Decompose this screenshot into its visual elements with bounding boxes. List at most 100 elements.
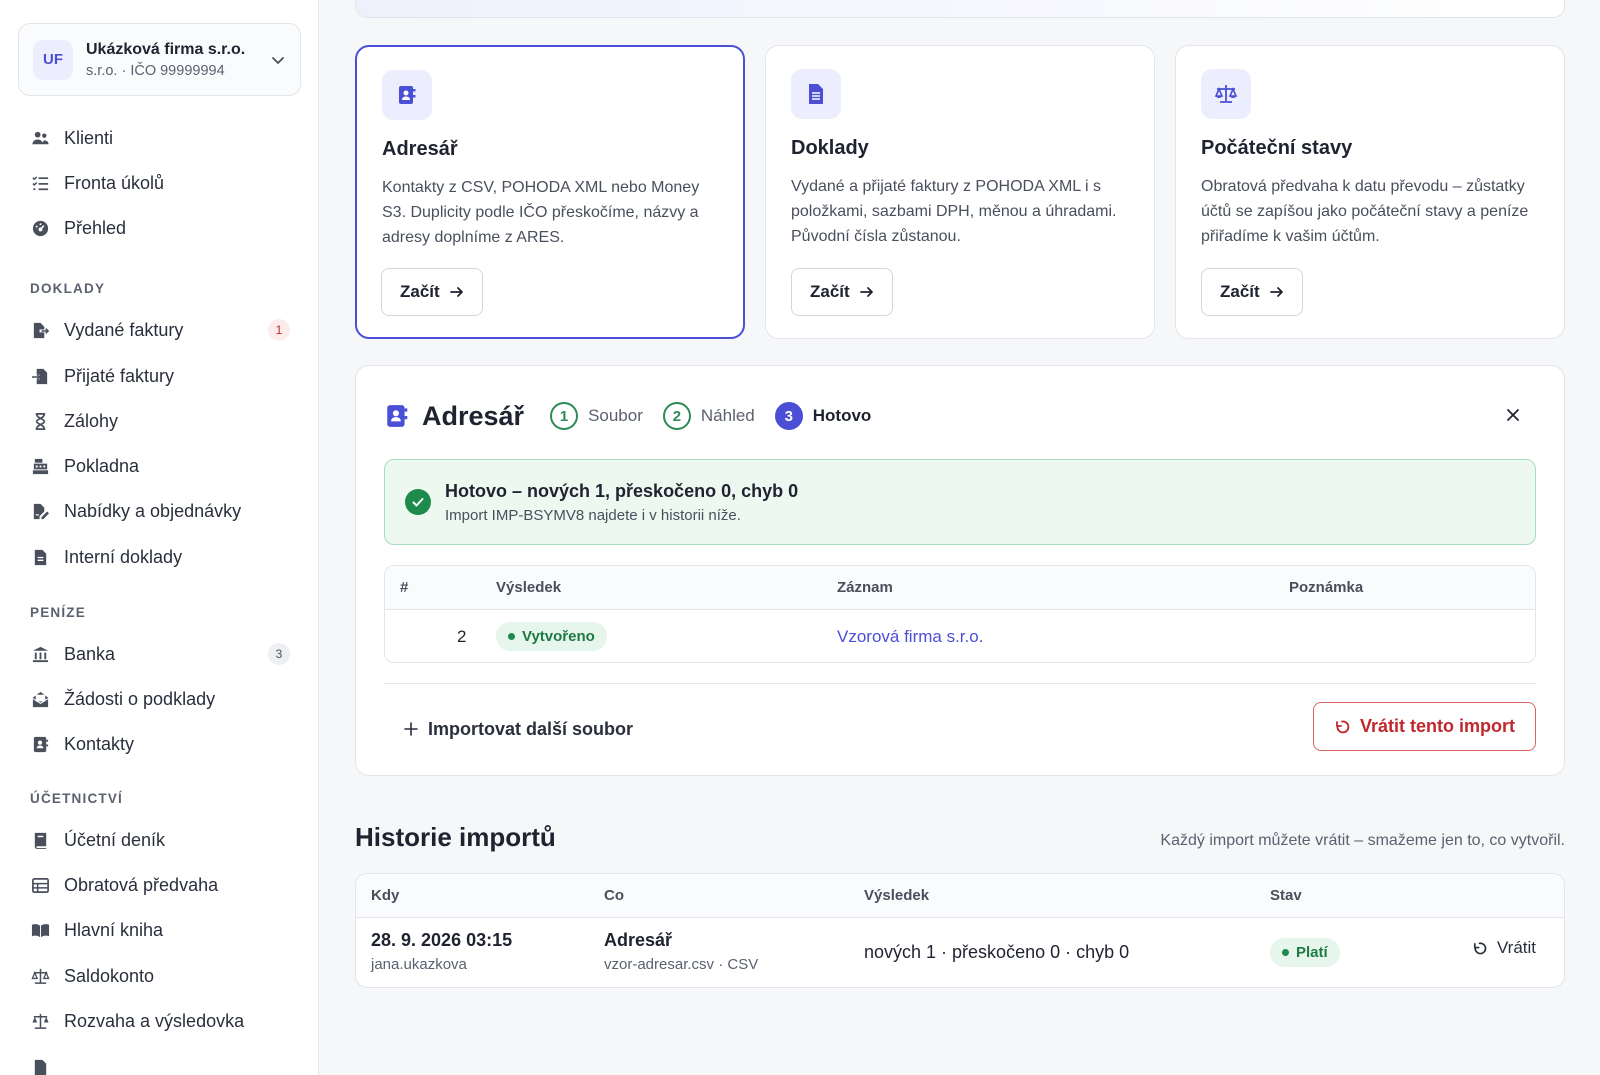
step-nahled[interactable]: 2 Náhled	[662, 402, 755, 430]
file-icon	[30, 547, 50, 567]
address-book-icon	[30, 734, 50, 754]
undo-icon	[1473, 941, 1487, 954]
section-label-ucetnictvi: ÚČETNICTVÍ	[30, 791, 123, 806]
sidebar-item-prijate-faktury[interactable]: Přijaté faktury	[30, 359, 290, 393]
col-status: Stav	[1270, 887, 1302, 904]
sidebar-item-ucetni-denik[interactable]: Účetní deník	[30, 823, 290, 857]
users-icon	[30, 128, 50, 148]
org-avatar: UF	[33, 39, 73, 80]
section-label-doklady: DOKLADY	[30, 281, 106, 296]
col-what: Co	[604, 887, 624, 904]
org-switcher[interactable]: UF Ukázková firma s.r.o. s.r.o. · IČO 99…	[18, 23, 301, 96]
check-circle-icon	[405, 489, 431, 515]
sidebar: UF Ukázková firma s.r.o. s.r.o. · IČO 99…	[0, 0, 319, 1075]
success-alert: Hotovo – nových 1, přeskočeno 0, chyb 0 …	[384, 459, 1536, 545]
card-title: Počáteční stavy	[1201, 137, 1353, 159]
envelope-open-icon	[30, 689, 50, 709]
org-sub: s.r.o. · IČO 99999994	[86, 62, 225, 79]
history-table: Kdy Co Výsledek Stav 28. 9. 2026 03:15 j…	[355, 873, 1565, 988]
badge-vydane-faktury: 1	[268, 319, 290, 341]
row-num: 2	[457, 626, 467, 646]
sidebar-item-kontakty[interactable]: Kontakty	[30, 727, 290, 761]
file-icon	[30, 1057, 50, 1075]
status-badge: Vytvořeno	[496, 622, 607, 651]
tasks-icon	[30, 173, 50, 193]
history-title: Historie importů	[355, 822, 556, 852]
import-more-button[interactable]: Importovat další soubor	[404, 712, 633, 746]
file-export-icon	[30, 320, 50, 340]
import-panel: Adresář 1 Soubor 2 Náhled 3 Hotovo Hotov…	[355, 365, 1565, 776]
top-strip	[355, 0, 1565, 18]
table-icon	[30, 875, 50, 895]
result-table: # Výsledek Záznam Poznámka 2 Vytvořeno V…	[384, 565, 1536, 663]
divider	[384, 683, 1536, 684]
sidebar-item-fronta[interactable]: Fronta úkolů	[30, 166, 290, 200]
start-button-pocatecni-stavy[interactable]: Začít	[1201, 268, 1303, 316]
revert-import-button[interactable]: Vrátit tento import	[1312, 702, 1536, 751]
file-signature-icon	[30, 501, 50, 521]
bank-icon	[30, 644, 50, 664]
history-user: jana.ukazkova	[371, 956, 467, 973]
section-label-penize: PENÍZE	[30, 605, 86, 620]
book-icon	[30, 830, 50, 850]
sidebar-item-interni-doklady[interactable]: Interní doklady	[30, 540, 290, 574]
sidebar-item-banka[interactable]: Banka 3	[30, 637, 290, 671]
card-title: Doklady	[791, 137, 869, 159]
undo-icon	[1336, 720, 1350, 733]
table-row: 2 Vytvořeno Vzorová firma s.r.o.	[385, 610, 1535, 662]
arrow-right-icon	[1269, 287, 1283, 297]
history-note: Každý import můžete vrátit – smažeme jen…	[1160, 832, 1565, 849]
scale-icon	[30, 966, 50, 986]
revert-button[interactable]: Vrátit	[1472, 938, 1536, 958]
table-row: 28. 9. 2026 03:15 jana.ukazkova Adresář …	[356, 918, 1564, 987]
card-desc: Vydané a přijaté faktury z POHODA XML i …	[791, 178, 1117, 245]
sidebar-item-zadosti[interactable]: Žádosti o podklady	[30, 682, 290, 716]
start-button-doklady[interactable]: Začít	[791, 268, 893, 316]
start-button-adresar[interactable]: Začít	[381, 268, 483, 316]
cash-register-icon	[30, 456, 50, 476]
status-dot	[1282, 949, 1289, 956]
book-open-icon	[30, 920, 50, 940]
panel-title: Adresář	[422, 400, 525, 431]
close-icon[interactable]	[1502, 404, 1524, 426]
sidebar-item-rozvaha[interactable]: Rozvaha a výsledovka	[30, 1004, 290, 1038]
success-title: Hotovo – nových 1, přeskočeno 0, chyb 0	[445, 480, 799, 501]
card-title: Adresář	[382, 138, 458, 160]
hourglass-icon	[30, 411, 50, 431]
import-card-doklady[interactable]: Doklady Vydané a přijaté faktury z POHOD…	[765, 45, 1155, 339]
step-soubor[interactable]: 1 Soubor	[550, 402, 643, 430]
success-subtitle: Import IMP-BSYMV8 najdete i v historii n…	[445, 506, 741, 524]
sidebar-item-prehled[interactable]: Přehled	[30, 211, 290, 245]
col-result: Výsledek	[496, 579, 562, 596]
col-result: Výsledek	[864, 887, 930, 904]
file-lines-icon	[791, 69, 841, 119]
import-card-adresar[interactable]: Adresář Kontakty z CSV, POHODA XML nebo …	[355, 45, 745, 339]
arrow-right-icon	[449, 287, 463, 297]
scale-balanced-icon	[30, 1011, 50, 1031]
scale-balanced-icon	[1201, 69, 1251, 119]
sidebar-item-nabidky[interactable]: Nabídky a objednávky	[30, 494, 290, 528]
history-when: 28. 9. 2026 03:15	[371, 930, 513, 950]
result-table-header: # Výsledek Záznam Poznámka	[385, 566, 1535, 610]
sidebar-item-zalohy[interactable]: Zálohy	[30, 404, 290, 438]
sidebar-item-more[interactable]	[30, 1050, 290, 1075]
sidebar-item-obratova-predvaha[interactable]: Obratová předvaha	[30, 868, 290, 902]
main-content: Adresář Kontakty z CSV, POHODA XML nebo …	[320, 0, 1600, 1075]
col-record: Záznam	[837, 579, 893, 596]
gauge-icon	[30, 218, 50, 238]
history-result: nových 1 · přeskočeno 0 · chyb 0	[864, 942, 1130, 962]
status-dot	[508, 633, 515, 640]
sidebar-item-vydane-faktury[interactable]: Vydané faktury 1	[30, 313, 290, 347]
sidebar-item-saldokonto[interactable]: Saldokonto	[30, 959, 290, 993]
sidebar-item-hlavni-kniha[interactable]: Hlavní kniha	[30, 913, 290, 947]
sidebar-item-pokladna[interactable]: Pokladna	[30, 449, 290, 483]
sidebar-item-klienti[interactable]: Klienti	[30, 121, 290, 155]
record-link[interactable]: Vzorová firma s.r.o.	[837, 610, 983, 662]
chevron-down-icon	[272, 56, 284, 64]
import-card-pocatecni-stavy[interactable]: Počáteční stavy Obratová předvaha k datu…	[1175, 45, 1565, 339]
history-file: vzor-adresar.csv · CSV	[604, 956, 759, 973]
address-book-icon	[382, 70, 432, 120]
col-num: #	[400, 579, 409, 596]
org-name: Ukázková firma s.r.o.	[86, 40, 246, 58]
col-note: Poznámka	[1289, 579, 1364, 596]
